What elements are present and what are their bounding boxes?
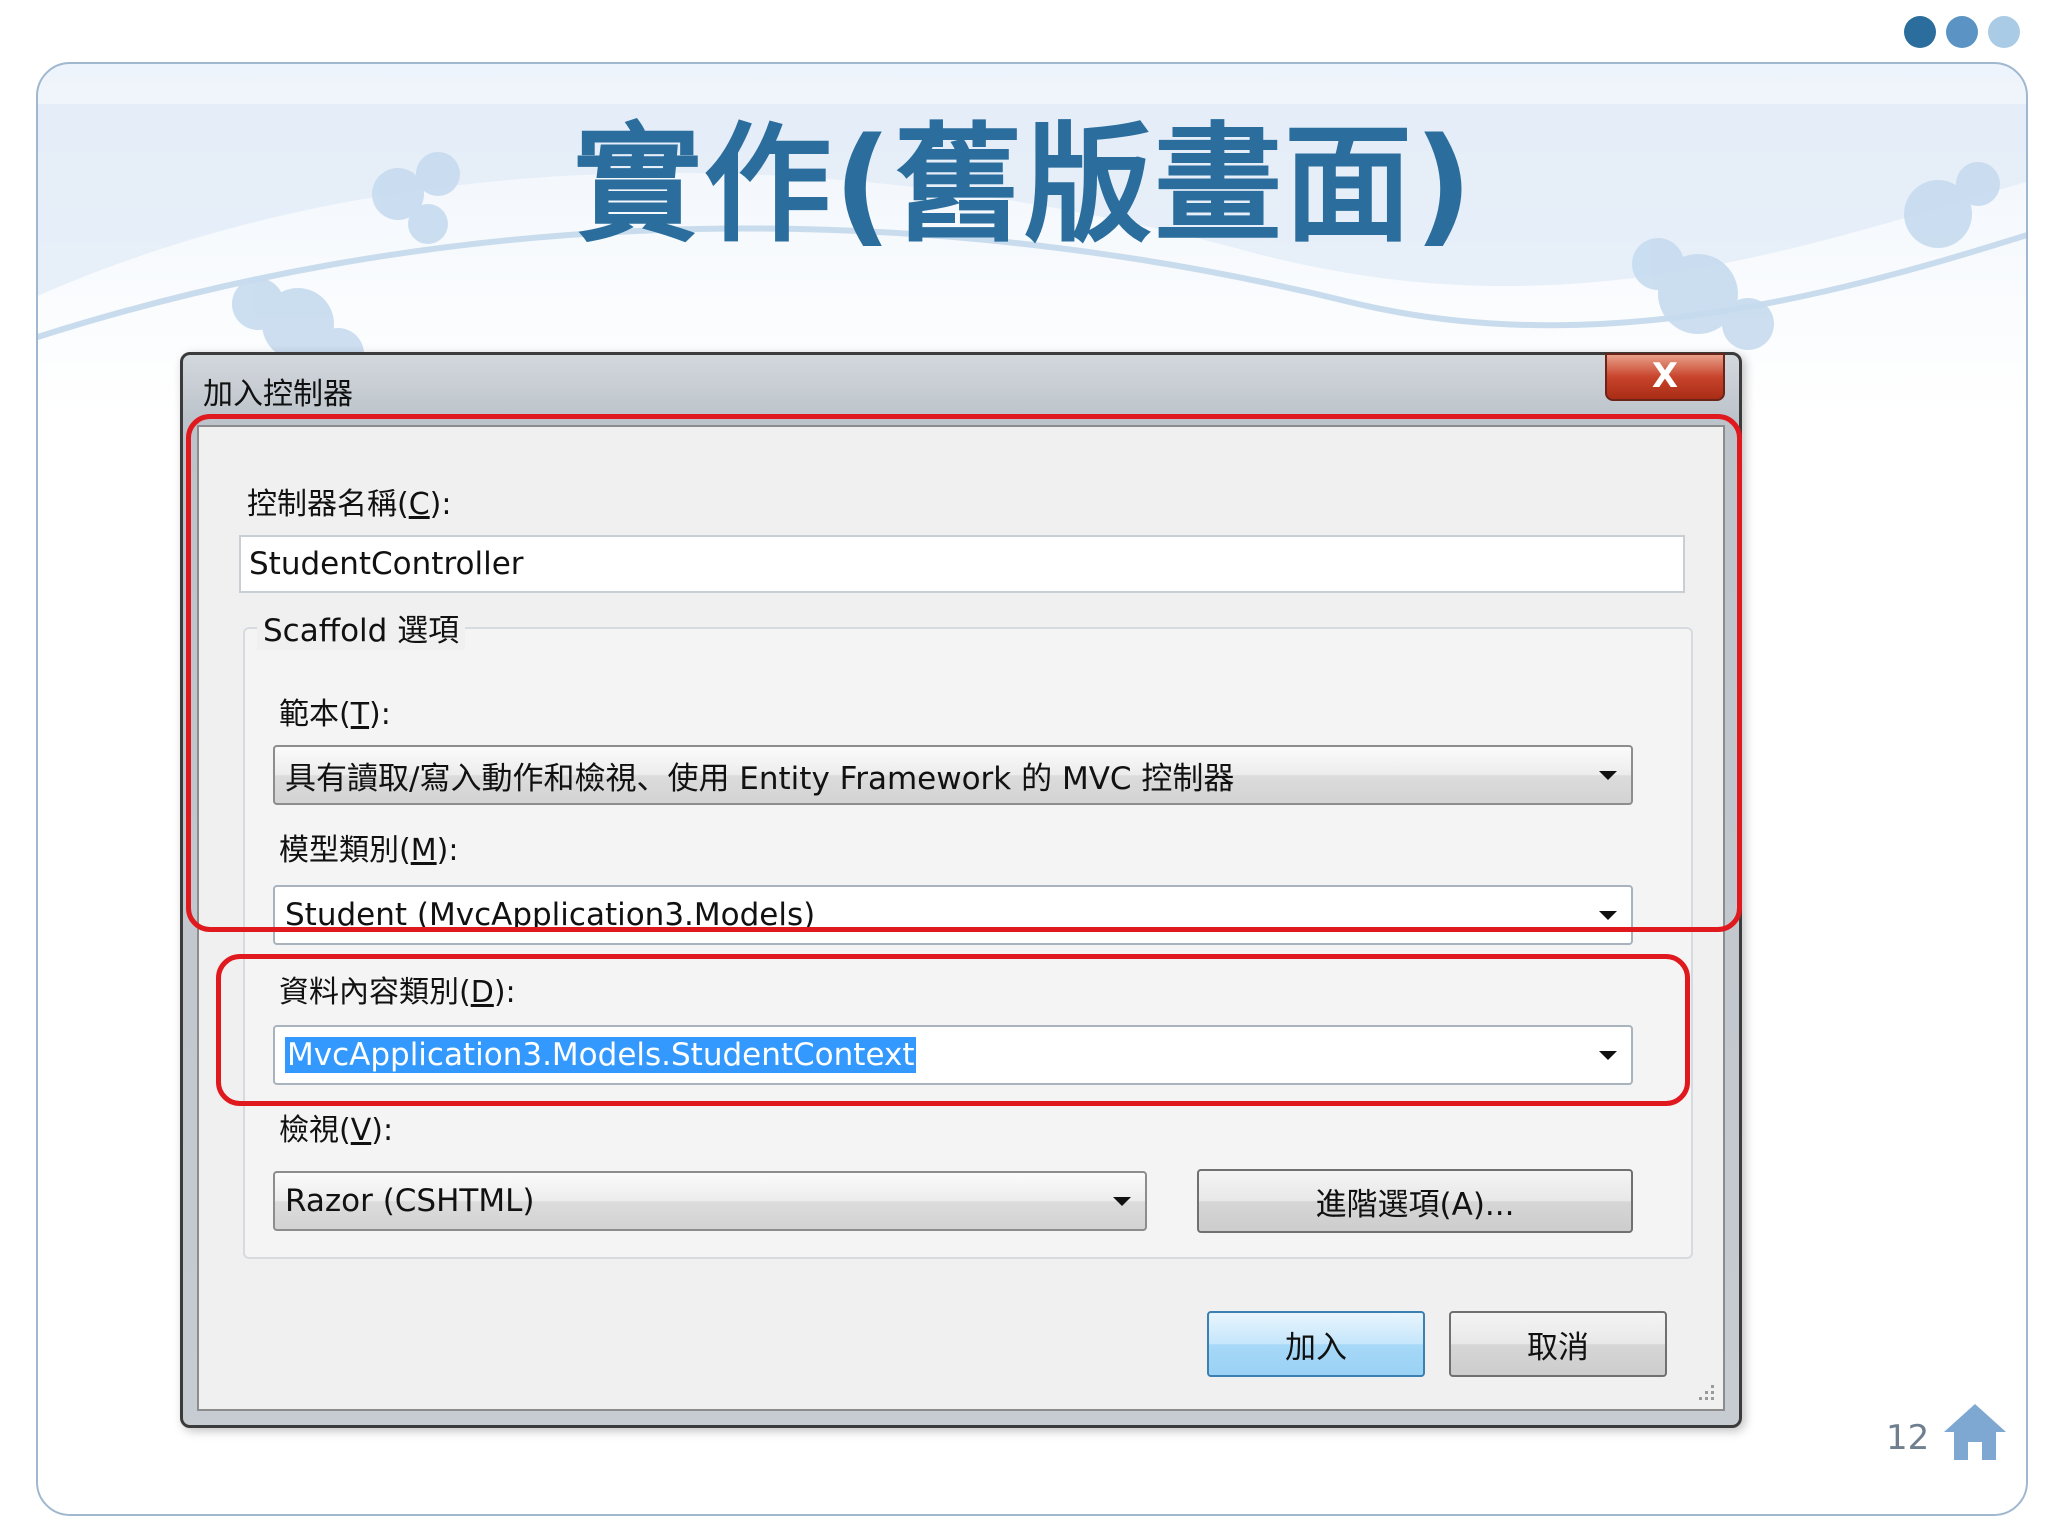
model-class-dropdown[interactable]: Student (MvcApplication3.Models) (273, 885, 1633, 945)
template-dropdown[interactable]: 具有讀取/寫入動作和檢視、使用 Entity Framework 的 MVC 控… (273, 745, 1633, 805)
chevron-down-icon (1113, 1197, 1131, 1206)
template-label: 範本(T): (279, 697, 391, 732)
views-value: Razor (CSHTML) (285, 1183, 535, 1219)
chevron-down-icon (1599, 911, 1617, 920)
decoration-dot (1904, 16, 1936, 48)
dialog-title: 加入控制器 (203, 377, 353, 412)
views-dropdown[interactable]: Razor (CSHTML) (273, 1171, 1147, 1231)
close-icon: X (1651, 356, 1679, 396)
advanced-options-button[interactable]: 進階選項(A)... (1197, 1169, 1633, 1233)
add-button[interactable]: 加入 (1207, 1311, 1425, 1377)
model-class-value: Student (MvcApplication3.Models) (285, 897, 816, 933)
scaffold-options-legend: Scaffold 選項 (257, 605, 466, 650)
template-value: 具有讀取/寫入動作和檢視、使用 Entity Framework 的 MVC 控… (285, 760, 1235, 797)
controller-name-value: StudentController (249, 546, 524, 582)
close-button[interactable]: X (1605, 353, 1725, 401)
controller-name-label: 控制器名稱(C): (247, 487, 452, 522)
model-class-label: 模型類別(M): (279, 833, 459, 868)
resize-grip-icon[interactable] (1695, 1381, 1717, 1403)
data-context-label: 資料內容類別(D): (279, 975, 516, 1010)
data-context-value: MvcApplication3.Models.StudentContext (285, 1037, 917, 1073)
chevron-down-icon (1599, 1051, 1617, 1060)
decoration-dot (1988, 16, 2020, 48)
slide-title: 實作(舊版畫面) (573, 111, 1475, 260)
add-controller-dialog: 加入控制器 X 控制器名稱(C): StudentController Scaf… (180, 352, 1742, 1428)
slide-decoration-dots (1904, 16, 2020, 48)
controller-name-input[interactable]: StudentController (239, 535, 1685, 593)
decoration-dot (1946, 16, 1978, 48)
data-context-dropdown[interactable]: MvcApplication3.Models.StudentContext (273, 1025, 1633, 1085)
home-icon[interactable] (1942, 1402, 2008, 1462)
page-number: 12 (1886, 1418, 1930, 1458)
chevron-down-icon (1599, 771, 1617, 780)
dialog-body: 控制器名稱(C): StudentController Scaffold 選項 … (197, 425, 1725, 1411)
views-label: 檢視(V): (279, 1113, 394, 1148)
cancel-button[interactable]: 取消 (1449, 1311, 1667, 1377)
